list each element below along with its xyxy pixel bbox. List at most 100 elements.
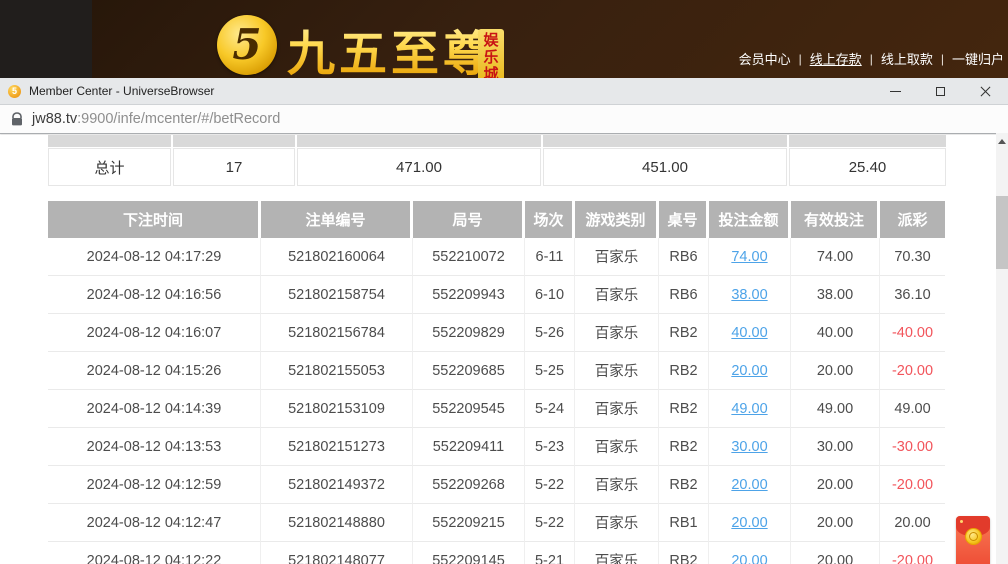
table-cell: 5-25 bbox=[525, 352, 575, 390]
nav-one-key-transfer[interactable]: 一键归户 bbox=[952, 49, 1004, 68]
table-cell: -20.00 bbox=[880, 466, 945, 504]
minimize-button[interactable] bbox=[873, 78, 918, 105]
table-cell: 521802148880 bbox=[261, 504, 413, 542]
col-header-payout: 派彩 bbox=[880, 201, 945, 238]
bet-amount-link[interactable]: 20.00 bbox=[731, 477, 767, 493]
table-cell: 20.00 bbox=[709, 504, 791, 542]
table-cell: RB6 bbox=[659, 238, 709, 276]
table-cell: 521802149372 bbox=[261, 466, 413, 504]
table-cell: 552209943 bbox=[413, 276, 525, 314]
table-cell: 2024-08-12 04:16:56 bbox=[48, 276, 261, 314]
table-cell: 20.00 bbox=[791, 504, 880, 542]
summary-payout: 25.40 bbox=[789, 148, 946, 186]
table-cell: 521802155053 bbox=[261, 352, 413, 390]
table-cell: 552209145 bbox=[413, 542, 525, 564]
table-cell: 521802148077 bbox=[261, 542, 413, 564]
table-row: 2024-08-12 04:15:26521802155053552209685… bbox=[48, 352, 1008, 390]
table-cell: 5-26 bbox=[525, 314, 575, 352]
bet-table-body: 2024-08-12 04:17:29521802160064552210072… bbox=[0, 238, 1008, 564]
title-bar: 5 Member Center - UniverseBrowser bbox=[0, 78, 1008, 105]
vertical-scrollbar[interactable] bbox=[996, 133, 1008, 564]
table-cell: 49.00 bbox=[880, 390, 945, 428]
favicon-glyph: 5 bbox=[12, 87, 17, 96]
col-header-valid-bet: 有效投注 bbox=[791, 201, 880, 238]
table-cell: RB6 bbox=[659, 276, 709, 314]
table-cell: 2024-08-12 04:14:39 bbox=[48, 390, 261, 428]
url-field[interactable]: jw88.tv:9900/infe/mcenter/#/betRecord bbox=[32, 111, 280, 127]
table-cell: 2024-08-12 04:15:26 bbox=[48, 352, 261, 390]
table-cell: 552209545 bbox=[413, 390, 525, 428]
bet-amount-link[interactable]: 20.00 bbox=[731, 363, 767, 379]
table-cell: 30.00 bbox=[709, 428, 791, 466]
bet-amount-link[interactable]: 20.00 bbox=[731, 553, 767, 564]
table-cell: 521802151273 bbox=[261, 428, 413, 466]
table-cell: 30.00 bbox=[791, 428, 880, 466]
table-cell: 20.00 bbox=[709, 542, 791, 564]
table-cell: 2024-08-12 04:12:47 bbox=[48, 504, 261, 542]
table-cell: 2024-08-12 04:12:22 bbox=[48, 542, 261, 564]
col-header-bet-time: 下注时间 bbox=[48, 201, 261, 238]
sliver-cell bbox=[173, 135, 295, 147]
envelope-coin-icon bbox=[965, 528, 982, 545]
top-nav: 会员中心 | 线上存款 | 线上取款 | 一键归户 bbox=[739, 49, 1004, 68]
table-cell: 20.00 bbox=[791, 466, 880, 504]
scroll-up-arrow-icon[interactable] bbox=[998, 139, 1006, 144]
sliver-cell bbox=[543, 135, 787, 147]
table-cell: 38.00 bbox=[709, 276, 791, 314]
address-bar[interactable]: jw88.tv:9900/infe/mcenter/#/betRecord bbox=[0, 105, 1008, 134]
summary-valid-bet: 451.00 bbox=[543, 148, 787, 186]
table-cell: 百家乐 bbox=[575, 352, 659, 390]
table-cell: 20.00 bbox=[791, 352, 880, 390]
table-cell: 5-22 bbox=[525, 504, 575, 542]
table-cell: 552209829 bbox=[413, 314, 525, 352]
red-envelope-promo-icon[interactable] bbox=[956, 516, 990, 564]
bet-amount-link[interactable]: 74.00 bbox=[731, 249, 767, 265]
nav-online-withdraw[interactable]: 线上取款 bbox=[881, 49, 933, 68]
summary-label: 总计 bbox=[48, 148, 171, 186]
browser-window: 5 九五至尊 娱 乐 城 会员中心 | 线上存款 | 线上取款 | 一键归户 5… bbox=[0, 0, 1008, 564]
nav-member-center[interactable]: 会员中心 bbox=[739, 49, 791, 68]
bet-amount-link[interactable]: 20.00 bbox=[731, 515, 767, 531]
brand-badge-char: 城 bbox=[478, 66, 504, 78]
browser-favicon-icon: 5 bbox=[8, 85, 21, 98]
nav-online-deposit[interactable]: 线上存款 bbox=[810, 49, 862, 68]
bet-amount-link[interactable]: 38.00 bbox=[731, 287, 767, 303]
table-cell: 百家乐 bbox=[575, 504, 659, 542]
bet-amount-link[interactable]: 49.00 bbox=[731, 401, 767, 417]
table-row: 2024-08-12 04:12:47521802148880552209215… bbox=[48, 504, 1008, 542]
close-button[interactable] bbox=[963, 78, 1008, 105]
table-cell: 5-24 bbox=[525, 390, 575, 428]
table-cell: 2024-08-12 04:16:07 bbox=[48, 314, 261, 352]
col-header-bet-number: 注单编号 bbox=[261, 201, 413, 238]
table-cell: -20.00 bbox=[880, 352, 945, 390]
table-cell: 40.00 bbox=[709, 314, 791, 352]
col-header-session: 场次 bbox=[525, 201, 575, 238]
table-row: 2024-08-12 04:13:53521802151273552209411… bbox=[48, 428, 1008, 466]
table-cell: 百家乐 bbox=[575, 276, 659, 314]
col-header-table-number: 桌号 bbox=[659, 201, 709, 238]
col-header-bet-amount: 投注金额 bbox=[709, 201, 791, 238]
bet-amount-link[interactable]: 40.00 bbox=[731, 325, 767, 341]
table-cell: 2024-08-12 04:17:29 bbox=[48, 238, 261, 276]
table-cell: RB2 bbox=[659, 466, 709, 504]
table-cell: 74.00 bbox=[791, 238, 880, 276]
sliver-cell bbox=[789, 135, 946, 147]
summary-count: 17 bbox=[173, 148, 295, 186]
nav-separator: | bbox=[799, 52, 802, 66]
maximize-button[interactable] bbox=[918, 78, 963, 105]
table-row: 2024-08-12 04:14:39521802153109552209545… bbox=[48, 390, 1008, 428]
scrollbar-thumb[interactable] bbox=[996, 196, 1008, 269]
table-cell: 49.00 bbox=[709, 390, 791, 428]
table-cell: RB1 bbox=[659, 504, 709, 542]
table-cell: 2024-08-12 04:12:59 bbox=[48, 466, 261, 504]
table-row: 2024-08-12 04:17:29521802160064552210072… bbox=[48, 238, 1008, 276]
table-cell: 552210072 bbox=[413, 238, 525, 276]
header-black-panel bbox=[0, 0, 92, 78]
url-host: jw88.tv bbox=[32, 111, 77, 127]
brand-badge: 娱 乐 城 bbox=[478, 29, 504, 78]
bet-amount-link[interactable]: 30.00 bbox=[731, 439, 767, 455]
table-cell: 20.00 bbox=[791, 542, 880, 564]
page-content: 总计 17 471.00 451.00 25.40 下注时间 注单编号 局号 场… bbox=[0, 135, 1008, 564]
table-cell: 552209268 bbox=[413, 466, 525, 504]
table-cell: 36.10 bbox=[880, 276, 945, 314]
